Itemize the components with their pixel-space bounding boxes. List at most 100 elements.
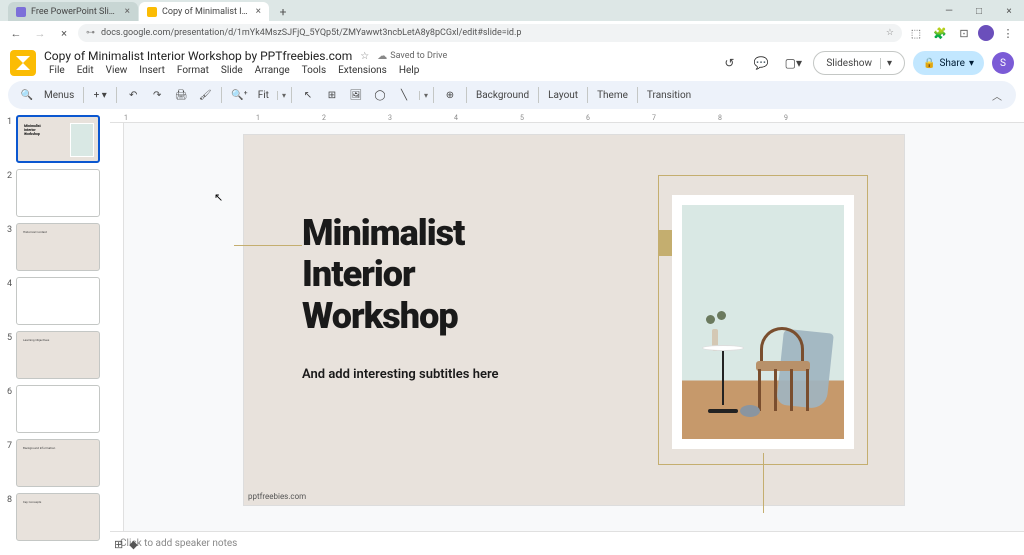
chevron-down-icon[interactable]: ▾ [277, 91, 286, 100]
ruler-horizontal: 1123456789 [110, 109, 1024, 123]
textbox-icon[interactable]: ⊞ [321, 84, 343, 106]
canvas[interactable]: ↖ Minimalist Interior Workshop And add i… [124, 123, 1024, 531]
close-icon[interactable]: × [256, 6, 261, 17]
close-window-icon[interactable]: × [994, 1, 1024, 21]
menu-view[interactable]: View [101, 64, 133, 77]
maximize-icon[interactable]: □ [964, 1, 994, 21]
browser-tab[interactable]: Free PowerPoint Slide Downl × [8, 2, 138, 21]
menu-insert[interactable]: Insert [134, 64, 170, 77]
address-bar: ← → × ⊶ docs.google.com/presentation/d/1… [0, 21, 1024, 45]
tab-title: Free PowerPoint Slide Downl [31, 7, 119, 17]
chevron-down-icon[interactable]: ▾ [419, 91, 428, 100]
slides-logo-icon[interactable] [10, 50, 36, 76]
chevron-up-icon[interactable]: ︿ [986, 84, 1008, 106]
layout-button[interactable]: Layout [544, 90, 582, 101]
undo-icon[interactable]: ↶ [122, 84, 144, 106]
profile-avatar[interactable] [978, 25, 994, 41]
slide-thumbnail[interactable]: Learning Objectives [16, 331, 100, 379]
redo-icon[interactable]: ↷ [146, 84, 168, 106]
menus-label[interactable]: Menus [40, 90, 78, 101]
menu-extensions[interactable]: Extensions [333, 64, 392, 77]
slide-thumbnail[interactable] [16, 385, 100, 433]
paint-format-icon[interactable]: 🖌 [194, 84, 216, 106]
chevron-down-icon[interactable]: ▾ [969, 58, 974, 69]
url-field[interactable]: ⊶ docs.google.com/presentation/d/1mYk4Ms… [78, 24, 902, 42]
grid-icon: ⊞ [114, 538, 123, 551]
site-info-icon[interactable]: ⊶ [86, 28, 95, 38]
menu-edit[interactable]: Edit [72, 64, 99, 77]
theme-button[interactable]: Theme [593, 90, 632, 101]
slideshow-button[interactable]: Slideshow ▾ [813, 51, 905, 75]
menu-help[interactable]: Help [394, 64, 424, 77]
minimize-icon[interactable]: — [934, 1, 964, 21]
chair-graphic [748, 327, 826, 413]
menu-file[interactable]: File [44, 64, 70, 77]
slide-number: 2 [4, 171, 12, 181]
canvas-area: 1123456789 ↖ Minimalist Interior Worksho… [110, 109, 1024, 555]
slide-image[interactable] [672, 195, 854, 449]
menu-slide[interactable]: Slide [216, 64, 248, 77]
background-button[interactable]: Background [472, 90, 533, 101]
line-icon[interactable]: ╲ [393, 84, 415, 106]
close-icon[interactable]: × [125, 6, 130, 17]
speaker-notes[interactable]: Click to add speaker notes [110, 531, 1024, 555]
film-strip[interactable]: 1 MinimalistInteriorWorkshop 2 3 Histori… [0, 109, 110, 555]
slide-thumbnail[interactable]: Historical Context [16, 223, 100, 271]
save-status[interactable]: ☁ Saved to Drive [377, 51, 447, 62]
slide-thumbnail[interactable] [16, 169, 100, 217]
transition-button[interactable]: Transition [643, 90, 695, 101]
url-text: docs.google.com/presentation/d/1mYk4MszS… [101, 28, 521, 38]
slide[interactable]: Minimalist Interior Workshop And add int… [244, 135, 904, 505]
slide-thumbnail[interactable]: Background Information [16, 439, 100, 487]
menu-arrange[interactable]: Arrange [250, 64, 295, 77]
slide-number: 1 [4, 117, 12, 127]
reload-icon[interactable]: × [54, 23, 74, 43]
workspace: 1 MinimalistInteriorWorkshop 2 3 Histori… [0, 109, 1024, 555]
shape-icon[interactable]: ◯ [369, 84, 391, 106]
back-icon[interactable]: ← [6, 23, 26, 43]
share-button[interactable]: 🔒 Share ▾ [913, 51, 984, 75]
zoom-icon[interactable]: 🔍⁺ [227, 84, 251, 106]
table-graphic [702, 345, 744, 413]
chevron-down-icon[interactable]: ▾ [880, 58, 892, 69]
slide-number: 8 [4, 495, 12, 505]
meet-icon[interactable]: ▢▾ [781, 51, 805, 75]
slide-footer[interactable]: pptfreebies.com [244, 488, 310, 505]
slide-thumbnail[interactable] [16, 277, 100, 325]
slide-subtitle[interactable]: And add interesting subtitles here [302, 367, 499, 382]
extension-icon[interactable]: 🧩 [930, 23, 950, 43]
menu-tools[interactable]: Tools [297, 64, 331, 77]
search-icon[interactable]: 🔍 [16, 84, 38, 106]
menu-format[interactable]: Format [172, 64, 214, 77]
plant-graphic [704, 309, 728, 331]
comments-icon[interactable]: 💬 [749, 51, 773, 75]
explore-button[interactable]: ⊞ ◆ [114, 538, 138, 551]
comment-icon[interactable]: ⊕ [439, 84, 461, 106]
document-title[interactable]: Copy of Minimalist Interior Workshop by … [44, 49, 352, 63]
history-icon[interactable]: ↺ [717, 51, 741, 75]
toolbar: 🔍 Menus + ▾ ↶ ↷ 🖨 🖌 🔍⁺ Fit ▾ ↖ ⊞ 🖼 ◯ ╲ ▾… [8, 81, 1016, 109]
print-icon[interactable]: 🖨 [170, 84, 192, 106]
slide-thumbnail[interactable]: Key Concepts [16, 493, 100, 541]
slide-number: 5 [4, 333, 12, 343]
user-avatar[interactable]: S [992, 52, 1014, 74]
decoration-line [234, 245, 302, 246]
slide-thumbnail[interactable]: MinimalistInteriorWorkshop [16, 115, 100, 163]
select-icon[interactable]: ↖ [297, 84, 319, 106]
new-slide-icon[interactable]: + ▾ [89, 84, 111, 106]
slide-title[interactable]: Minimalist Interior Workshop [302, 213, 464, 337]
star-icon[interactable]: ☆ [360, 51, 369, 62]
bookmark-icon[interactable]: ☆ [886, 28, 894, 38]
menu-icon[interactable]: ⋮ [998, 23, 1018, 43]
browser-tab-strip: Free PowerPoint Slide Downl × Copy of Mi… [0, 0, 1024, 21]
image-icon[interactable]: 🖼 [345, 84, 367, 106]
downloads-icon[interactable]: ⊡ [954, 23, 974, 43]
zoom-level[interactable]: Fit [254, 90, 273, 101]
forward-icon[interactable]: → [30, 23, 50, 43]
slide-number: 6 [4, 387, 12, 397]
explore-icon: ◆ [129, 538, 137, 551]
browser-tab-active[interactable]: Copy of Minimalist Interior Wo × [139, 2, 269, 21]
slide-number: 3 [4, 225, 12, 235]
extensions-icon[interactable]: ⬚ [906, 23, 926, 43]
new-tab-button[interactable]: + [274, 3, 292, 21]
